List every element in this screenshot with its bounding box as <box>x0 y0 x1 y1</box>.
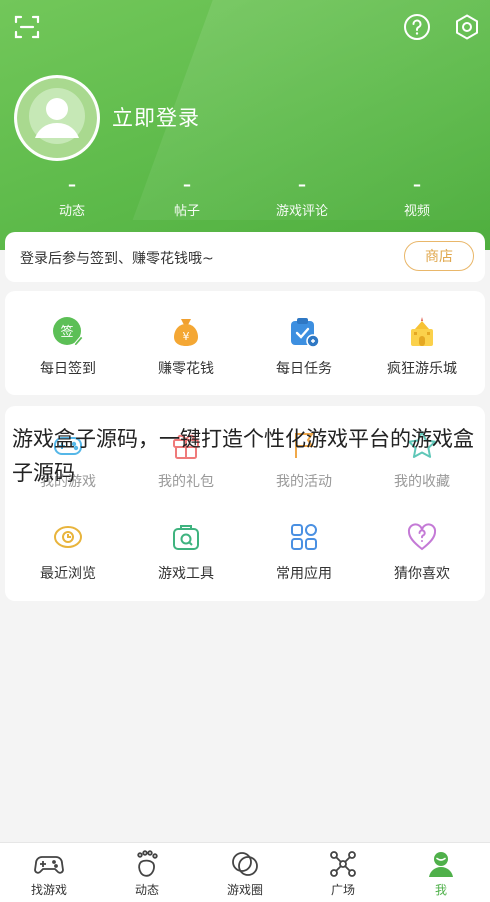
svg-text:签: 签 <box>60 324 73 340</box>
apps-icon <box>287 520 321 554</box>
stat-game-reviews[interactable]: – 游戏评论 <box>252 175 352 220</box>
notice-text: 登录后参与签到、赚零花钱哦~ <box>20 251 214 267</box>
shop-button[interactable]: 商店 <box>404 241 474 271</box>
menu-label: 猜你喜欢 <box>394 566 450 582</box>
default-avatar-icon <box>17 78 97 158</box>
castle-icon <box>405 315 439 349</box>
menu-label: 游戏工具 <box>158 566 214 582</box>
scan-icon[interactable] <box>12 12 42 42</box>
menu-common-apps[interactable]: 常用应用 <box>244 520 364 583</box>
menu-recent-browse[interactable]: 最近浏览 <box>8 520 128 583</box>
tab-me[interactable]: 我 <box>392 849 490 898</box>
tab-label: 广场 <box>330 883 355 897</box>
tab-label: 我 <box>434 883 447 897</box>
stat-dynamics[interactable]: – 动态 <box>22 175 122 220</box>
eye-icon <box>51 520 85 554</box>
tab-find-games[interactable]: 找游戏 <box>0 849 98 898</box>
profile-header: 立即登录 – 动态 – 帖子 – 游戏评论 – 视频 <box>0 0 490 250</box>
settings-icon[interactable] <box>452 12 482 42</box>
network-icon <box>294 849 392 879</box>
tab-label: 游戏圈 <box>226 883 263 897</box>
login-link[interactable]: 立即登录 <box>112 102 200 132</box>
help-icon[interactable] <box>402 12 432 42</box>
menu-earn-money[interactable]: ¥ 赚零花钱 <box>126 315 246 378</box>
menu-label: 最近浏览 <box>40 566 96 582</box>
stat-label: 视频 <box>403 204 430 219</box>
stat-label: 动态 <box>58 204 85 219</box>
daily-menu-card: 签 每日签到 ¥ 赚零花钱 每日任务 疯狂游乐城 <box>5 291 485 395</box>
menu-label: 每日任务 <box>276 361 332 377</box>
stat-posts[interactable]: – 帖子 <box>137 175 237 220</box>
menu-game-tools[interactable]: 游戏工具 <box>126 520 246 583</box>
gamepad-icon <box>0 849 98 879</box>
menu-daily-checkin[interactable]: 签 每日签到 <box>8 315 128 378</box>
circles-icon <box>196 849 294 879</box>
bottom-tab-bar: 找游戏 动态 游戏圈 广场 我 <box>0 842 490 902</box>
tab-label: 动态 <box>134 883 159 897</box>
checkin-icon: 签 <box>51 315 85 349</box>
menu-crazy-amusement-city[interactable]: 疯狂游乐城 <box>362 315 482 378</box>
stat-value: – <box>413 175 421 194</box>
menu-label: 常用应用 <box>276 566 332 582</box>
login-notice-card: 登录后参与签到、赚零花钱哦~ 商店 <box>5 232 485 282</box>
menu-guess-you-like[interactable]: 猜你喜欢 <box>362 520 482 583</box>
stat-label: 帖子 <box>173 204 200 219</box>
menu-label: 赚零花钱 <box>158 361 214 377</box>
person-icon <box>392 849 490 879</box>
overlay-caption: 游戏盒子源码，一键打造个性化游戏平台的游戏盒子源码 <box>12 427 474 485</box>
tab-game-circle[interactable]: 游戏圈 <box>196 849 294 898</box>
stat-value: – <box>298 175 306 194</box>
task-icon <box>287 315 321 349</box>
footprint-icon <box>98 849 196 879</box>
stat-label: 游戏评论 <box>275 204 328 219</box>
tab-square[interactable]: 广场 <box>294 849 392 898</box>
svg-text:¥: ¥ <box>183 330 190 343</box>
menu-label: 每日签到 <box>40 361 96 377</box>
toolbox-icon <box>169 520 203 554</box>
stat-value: – <box>68 175 76 194</box>
menu-daily-task[interactable]: 每日任务 <box>244 315 364 378</box>
menu-label: 疯狂游乐城 <box>387 361 457 377</box>
stat-value: – <box>183 175 191 194</box>
tab-label: 找游戏 <box>30 883 67 897</box>
stat-videos[interactable]: – 视频 <box>367 175 467 220</box>
heart-question-icon <box>405 520 439 554</box>
money-bag-icon: ¥ <box>169 315 203 349</box>
avatar[interactable] <box>14 75 100 161</box>
tab-dynamics[interactable]: 动态 <box>98 849 196 898</box>
